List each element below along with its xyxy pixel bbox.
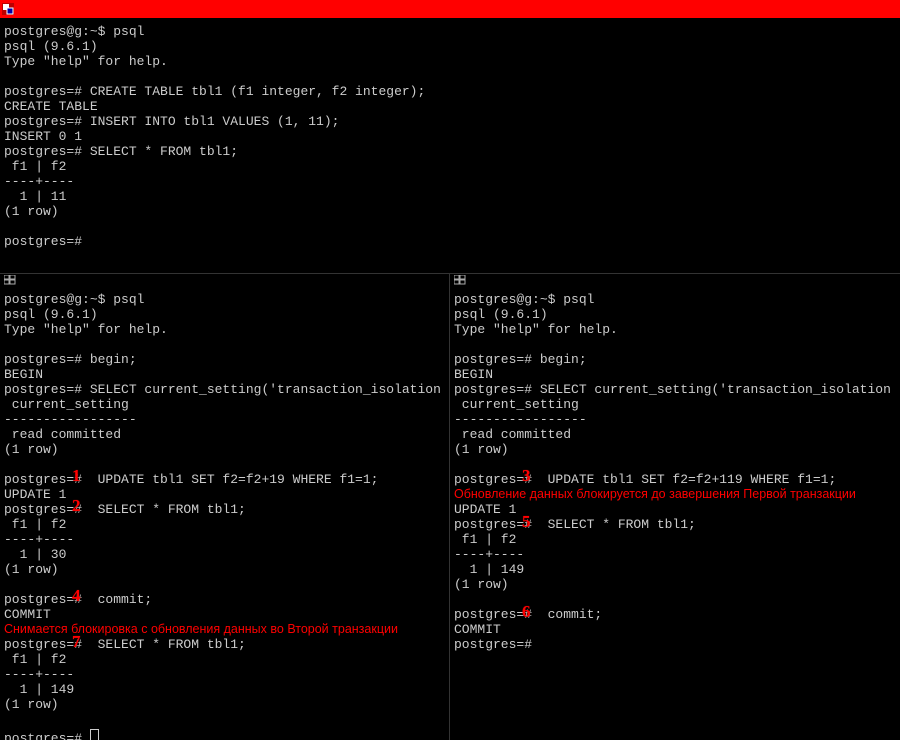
step-annotation-1: 1 [72,468,81,483]
terminal-output-top: postgres@g:~$ psql psql (9.6.1) Type "he… [4,24,896,249]
pane-grid-icon[interactable] [4,275,16,291]
terminal-pane-left[interactable]: postgres@g:~$ psql psql (9.6.1) Type "he… [0,274,450,740]
step-annotation-3: 3 [522,468,531,483]
step-annotation-4: 4 [72,588,81,603]
terminal-pane-right[interactable]: postgres@g:~$ psql psql (9.6.1) Type "he… [450,274,900,740]
bottom-split: postgres@g:~$ psql psql (9.6.1) Type "he… [0,274,900,740]
window-titlebar [0,0,900,18]
pane-grid-icon[interactable] [454,275,466,291]
step-annotation-6: 6 [522,604,531,619]
terminal-output-left: postgres@g:~$ psql psql (9.6.1) Type "he… [4,292,445,622]
cursor [90,729,99,740]
step-annotation-2: 2 [72,498,81,513]
terminal-output-right: postgres@g:~$ psql psql (9.6.1) Type "he… [454,292,896,487]
terminal-output-left-tail: postgres=# SELECT * FROM tbl1; f1 | f2 -… [4,637,445,740]
terminal-output-right-tail: UPDATE 1 postgres=# SELECT * FROM tbl1; … [454,502,896,652]
step-annotation-7: 7 [72,634,81,649]
step-annotation-5: 5 [522,514,531,529]
pane-tab-bar-left [4,276,445,290]
system-menu-icon[interactable] [2,3,14,15]
annotation-comment-left: Снимается блокировка с обновления данных… [4,622,445,637]
pane-tab-bar-right [454,276,896,290]
terminal-pane-top[interactable]: postgres@g:~$ psql psql (9.6.1) Type "he… [0,18,900,274]
annotation-comment-right: Обновление данных блокируется до заверше… [454,487,896,502]
